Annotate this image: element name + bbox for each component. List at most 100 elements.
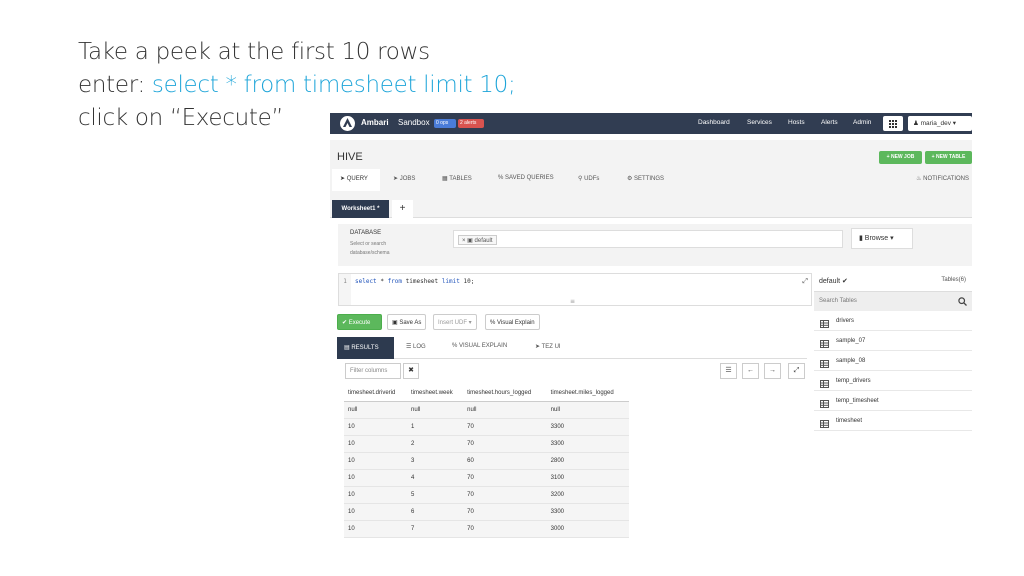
- execute-label: Execute: [348, 320, 371, 326]
- add-worksheet-button[interactable]: +: [392, 200, 413, 218]
- link-icon: %: [498, 175, 506, 181]
- browse-button[interactable]: ▮ Browse ▾: [851, 228, 913, 249]
- table-cell: 1: [407, 418, 464, 436]
- table-cell: 70: [463, 486, 547, 504]
- table-item-temp-drivers[interactable]: temp_drivers: [814, 371, 972, 391]
- column-header[interactable]: timesheet.week: [407, 385, 464, 402]
- new-table-button[interactable]: + NEW TABLE: [925, 151, 972, 164]
- table-cell: 10: [344, 418, 408, 436]
- ambari-hive-screenshot: Ambari Sandbox 0 ops 2 alerts Dashboard …: [330, 113, 972, 545]
- table-item-drivers[interactable]: drivers: [814, 311, 972, 331]
- column-header[interactable]: timesheet.hours_logged: [463, 385, 547, 402]
- previous-page-icon[interactable]: ←: [742, 363, 759, 379]
- nav-hosts[interactable]: Hosts: [788, 119, 805, 126]
- user-menu-button[interactable]: ♟ maria_dev ▾: [908, 116, 972, 131]
- user-icon: ♟: [913, 120, 919, 127]
- table-item-label: sample_08: [836, 358, 866, 364]
- tab-settings[interactable]: ⚙ SETTINGS: [627, 175, 664, 182]
- table-cell: 70: [463, 520, 547, 538]
- table-cell: 10: [344, 520, 408, 538]
- table-cell: 60: [463, 452, 547, 470]
- database-dropdown[interactable]: default ✔: [819, 277, 848, 285]
- query-editor[interactable]: 1 select * from timesheet limit 10; ⤢ ≡: [338, 273, 812, 306]
- expand-icon[interactable]: ⤢: [802, 277, 808, 286]
- search-tables-input[interactable]: Search Tables: [814, 292, 972, 311]
- column-list-icon[interactable]: ☰: [720, 363, 737, 379]
- column-header[interactable]: timesheet.miles_logged: [546, 385, 629, 402]
- save-as-button[interactable]: ▣ Save As: [387, 314, 427, 330]
- tab-udfs[interactable]: ⚲ UDFs: [578, 175, 599, 182]
- query-code[interactable]: select * from timesheet limit 10;: [355, 278, 474, 285]
- table-cell: null: [407, 401, 464, 419]
- user-name: maria_dev ▾: [920, 120, 957, 127]
- query-highlight: select * from timesheet limit 10;: [151, 72, 516, 98]
- tab-tables[interactable]: ▦ TABLES: [442, 175, 472, 182]
- result-tabs: ▤ RESULTS ☰ LOG % VISUAL EXPLAIN ➤ TEZ U…: [337, 337, 807, 359]
- database-icon: ▣: [467, 238, 473, 244]
- search-icon[interactable]: [958, 297, 967, 306]
- resize-handle-icon[interactable]: ≡: [570, 298, 575, 305]
- filter-columns-input[interactable]: Filter columns: [345, 363, 401, 379]
- alerts-badge[interactable]: 2 alerts: [458, 119, 484, 128]
- check-icon: ✔: [342, 320, 349, 326]
- nav-alerts[interactable]: Alerts: [821, 119, 838, 126]
- cluster-name[interactable]: Sandbox: [398, 118, 430, 127]
- results-header-row: timesheet.driverid timesheet.week timesh…: [344, 385, 629, 402]
- nav-dashboard[interactable]: Dashboard: [698, 119, 730, 126]
- insert-udf-button[interactable]: Insert UDF ▾: [433, 314, 477, 330]
- kw-from: from: [387, 278, 403, 285]
- table-row: 10 7 70 3000: [344, 520, 629, 538]
- table-cell: 3: [407, 452, 464, 470]
- visual-explain-button[interactable]: % Visual Explain: [485, 314, 540, 330]
- tables-panel-header: default ✔ Tables(6): [814, 271, 972, 292]
- table-cell: 3300: [546, 435, 629, 453]
- line-number: 1: [339, 274, 351, 305]
- execute-button[interactable]: ✔ Execute: [337, 314, 382, 330]
- nav-admin[interactable]: Admin: [853, 119, 871, 126]
- send-icon: ➤: [535, 344, 542, 350]
- database-tag[interactable]: × ▣ default: [458, 235, 497, 245]
- table-cell: null: [344, 401, 408, 419]
- clear-filter-icon[interactable]: ✖: [403, 363, 419, 379]
- tab-saved-queries[interactable]: % SAVED QUERIES: [498, 175, 554, 181]
- hive-header: HIVE + NEW JOB + NEW TABLE ➤ QUERY ➤ JOB…: [330, 140, 972, 218]
- grid-icon: [889, 120, 897, 128]
- database-label: DATABASE: [350, 230, 382, 236]
- next-page-icon[interactable]: →: [764, 363, 781, 379]
- send-icon: ➤: [393, 176, 400, 182]
- top-navbar: Ambari Sandbox 0 ops 2 alerts Dashboard …: [330, 113, 972, 134]
- tab-jobs[interactable]: ➤ JOBS: [393, 175, 415, 182]
- column-header[interactable]: timesheet.driverid: [344, 385, 408, 402]
- views-grid-button[interactable]: [883, 116, 903, 131]
- worksheet-tab[interactable]: Worksheet1 *: [332, 200, 389, 218]
- table-cell: 10: [344, 486, 408, 504]
- ops-badge[interactable]: 0 ops: [434, 119, 456, 128]
- tab-visual-explain[interactable]: % VISUAL EXPLAIN: [452, 343, 507, 349]
- browse-label: Browse ▾: [864, 235, 894, 242]
- gear-icon: ⚙: [627, 176, 635, 182]
- tables-count: Tables(6): [941, 277, 966, 283]
- table-item-temp-timesheet[interactable]: temp_timesheet: [814, 391, 972, 411]
- notifications-button[interactable]: ♨ NOTIFICATIONS: [916, 175, 969, 182]
- database-select[interactable]: × ▣ default: [453, 230, 843, 248]
- table-item-sample-08[interactable]: sample_08: [814, 351, 972, 371]
- tab-query[interactable]: ➤ QUERY: [332, 169, 380, 191]
- nav-services[interactable]: Services: [747, 119, 772, 126]
- ambari-logo-icon[interactable]: [340, 116, 355, 131]
- new-job-button[interactable]: + NEW JOB: [879, 151, 922, 164]
- database-help-text: Select or search database/schema: [350, 241, 390, 256]
- fullscreen-icon[interactable]: ⤢: [788, 363, 805, 379]
- table-item-label: temp_timesheet: [836, 398, 879, 404]
- tab-results[interactable]: ▤ RESULTS: [337, 337, 394, 359]
- brand-name[interactable]: Ambari: [361, 118, 389, 127]
- table-cell: 3300: [546, 503, 629, 521]
- tab-tez-ui[interactable]: ➤ TEZ UI: [535, 343, 561, 350]
- table-cell: 5: [407, 486, 464, 504]
- tab-query-label: QUERY: [346, 176, 368, 182]
- table-cell: 70: [463, 418, 547, 436]
- tab-log[interactable]: ☰ LOG: [406, 343, 426, 350]
- table-item-sample-07[interactable]: sample_07: [814, 331, 972, 351]
- table-cell: 70: [463, 435, 547, 453]
- visual-explain-label: Visual Explain: [497, 320, 535, 326]
- table-item-timesheet[interactable]: timesheet: [814, 411, 972, 431]
